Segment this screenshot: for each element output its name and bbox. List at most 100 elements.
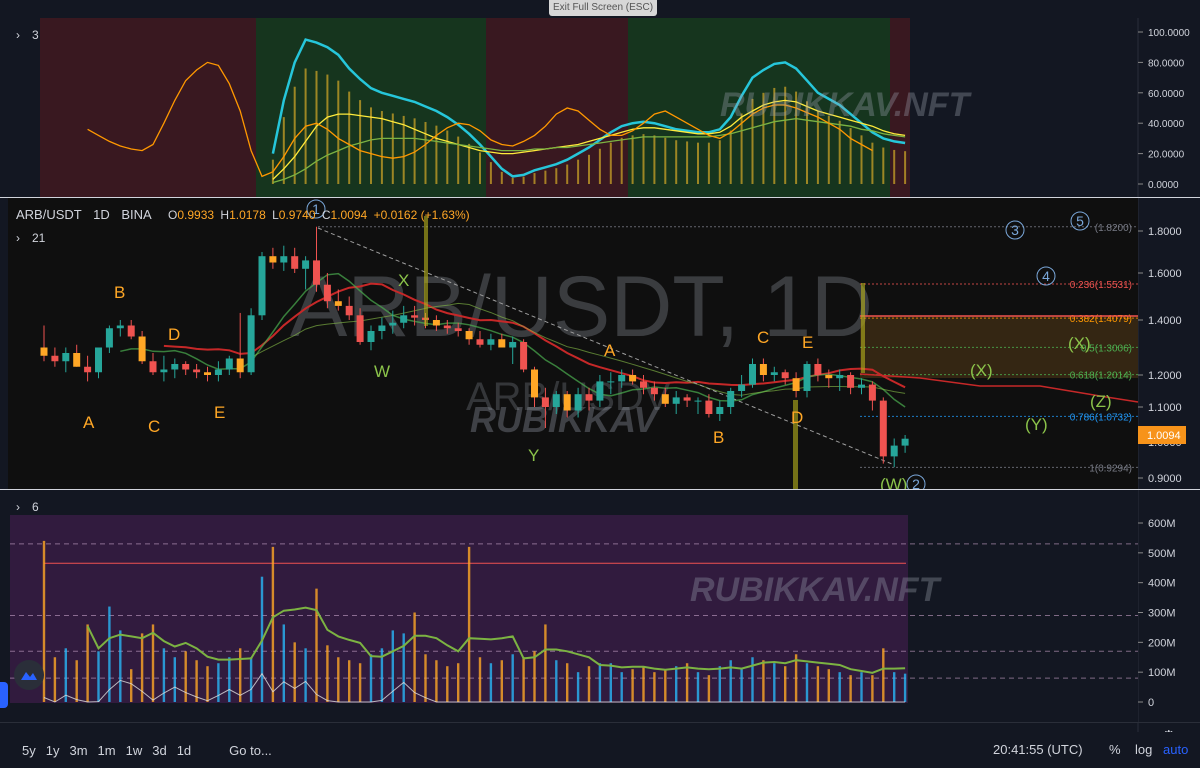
candle-body [160, 369, 168, 373]
timeframe-1d[interactable]: 1d [177, 743, 191, 758]
candle-body [236, 358, 244, 373]
oscillator-bar [555, 168, 558, 184]
pane-collapse-chevron[interactable]: › [16, 500, 20, 514]
pivot-bar [424, 216, 428, 326]
timeframe-3m[interactable]: 3m [69, 743, 87, 758]
candle-body [269, 256, 277, 263]
percent-scale-toggle[interactable]: % [1109, 742, 1121, 757]
candle-body [749, 364, 756, 385]
oscillator-bar [598, 148, 601, 184]
candle-body [618, 375, 626, 382]
wave-label-orange: D [168, 325, 180, 344]
oscillator-bar [849, 128, 852, 184]
bottom-pane: RUBIKKAV.NFT › 6 600M 500M 400M 300M 200M 100… [8, 490, 1176, 722]
candle-body [585, 394, 593, 401]
oscillator-bar [827, 115, 830, 184]
candle-body [356, 315, 364, 342]
volume-bar [282, 624, 285, 702]
timeframe-5y[interactable]: 5y [22, 743, 36, 758]
candle-body [280, 256, 288, 263]
volume-tick-label: 200M [1148, 637, 1176, 649]
candle-body [105, 328, 113, 348]
main-pane-count: 21 [32, 231, 46, 245]
candle-body [476, 339, 484, 345]
volume-bar [249, 657, 253, 702]
utc-clock[interactable]: 20:41:55 (UTC) [993, 742, 1083, 757]
fib-level-label: 0.618(1.2014) [1070, 371, 1132, 382]
oscillator-bar [882, 147, 885, 184]
candle-body [792, 378, 800, 391]
price-tick-label: 1.6000 [1148, 268, 1182, 280]
volume-bar [86, 624, 89, 702]
volume-bar [228, 657, 231, 702]
candle-body [879, 400, 887, 457]
volume-bar [402, 633, 405, 702]
high-value: 1.0178 [229, 208, 266, 222]
change-value: +0.0162 (+1.63%) [374, 208, 470, 222]
low-value: 0.9740 [279, 208, 316, 222]
candle-body [650, 387, 658, 395]
volume-bar [424, 654, 427, 702]
volume-bar [762, 660, 765, 702]
candle-body [247, 315, 255, 373]
timeframe-1y[interactable]: 1y [46, 743, 60, 758]
wave-label-circled: 4 [1042, 268, 1050, 284]
candle-body [727, 391, 735, 407]
fib-level-label: 1(0.9294) [1089, 463, 1132, 474]
candle-body [313, 260, 320, 285]
log-scale-toggle[interactable]: log [1135, 742, 1152, 757]
osc-tick-label: 0.0000 [1148, 180, 1179, 191]
candle-body [334, 301, 342, 306]
side-panel-handle[interactable] [0, 682, 8, 708]
candle-body [901, 438, 909, 446]
candle-body [193, 369, 201, 373]
wave-label-orange: E [214, 403, 225, 422]
svg-text:ARB/USDT 1D BI: ARB/USDT 1D BINA [16, 207, 152, 222]
candle-body [138, 336, 146, 362]
oscillator-bar [489, 162, 492, 184]
candle-body [51, 355, 59, 362]
pane-collapse-chevron[interactable]: › [16, 231, 20, 245]
candle-body [95, 347, 102, 373]
oscillator-bar [359, 100, 362, 184]
volume-bar [478, 657, 482, 702]
wave-label-orange: D [791, 408, 803, 427]
oscillator-bar [577, 159, 580, 184]
goto-date-button[interactable]: Go to... [229, 743, 272, 758]
volume-tick-label: 400M [1148, 578, 1176, 590]
timeframe-3d[interactable]: 3d [152, 743, 166, 758]
volume-bar [544, 624, 547, 702]
volume-bar [435, 660, 438, 702]
volume-tick-label: 300M [1148, 608, 1176, 620]
oscillator-bar [511, 177, 514, 184]
candle-body [411, 315, 419, 318]
oscillator-bar [631, 135, 634, 184]
candle-body [465, 331, 473, 340]
candle-body [225, 358, 233, 370]
auto-scale-toggle[interactable]: auto [1163, 742, 1188, 757]
oscillator-bar [653, 135, 656, 184]
pane-collapse-chevron[interactable]: › [16, 28, 20, 42]
candle-body [640, 381, 647, 388]
tradingview-logo-icon[interactable] [14, 660, 44, 690]
volume-bar [576, 672, 580, 702]
wave-label-green: W [374, 362, 390, 381]
volume-bar [838, 672, 841, 702]
wave-label-orange: A [604, 341, 616, 360]
candle-body [258, 256, 266, 316]
candle-body [127, 325, 135, 337]
timeframe-1w[interactable]: 1w [126, 743, 143, 758]
volume-bar [903, 673, 907, 702]
timeframe-1m[interactable]: 1m [98, 743, 116, 758]
last-price-label: 1.0094 [1147, 430, 1181, 442]
candle-body [759, 364, 767, 375]
candle-body [443, 325, 451, 329]
pivot-bar [861, 283, 865, 373]
open-value: 0.9933 [177, 208, 214, 222]
watermark-brand: RUBIKKAV.NFT [720, 86, 973, 124]
candle-body [291, 256, 299, 269]
volume-bar [467, 546, 471, 702]
candle-body [868, 384, 876, 401]
bear-zone [40, 18, 256, 197]
osc-tick-label: 20.0000 [1148, 150, 1185, 161]
